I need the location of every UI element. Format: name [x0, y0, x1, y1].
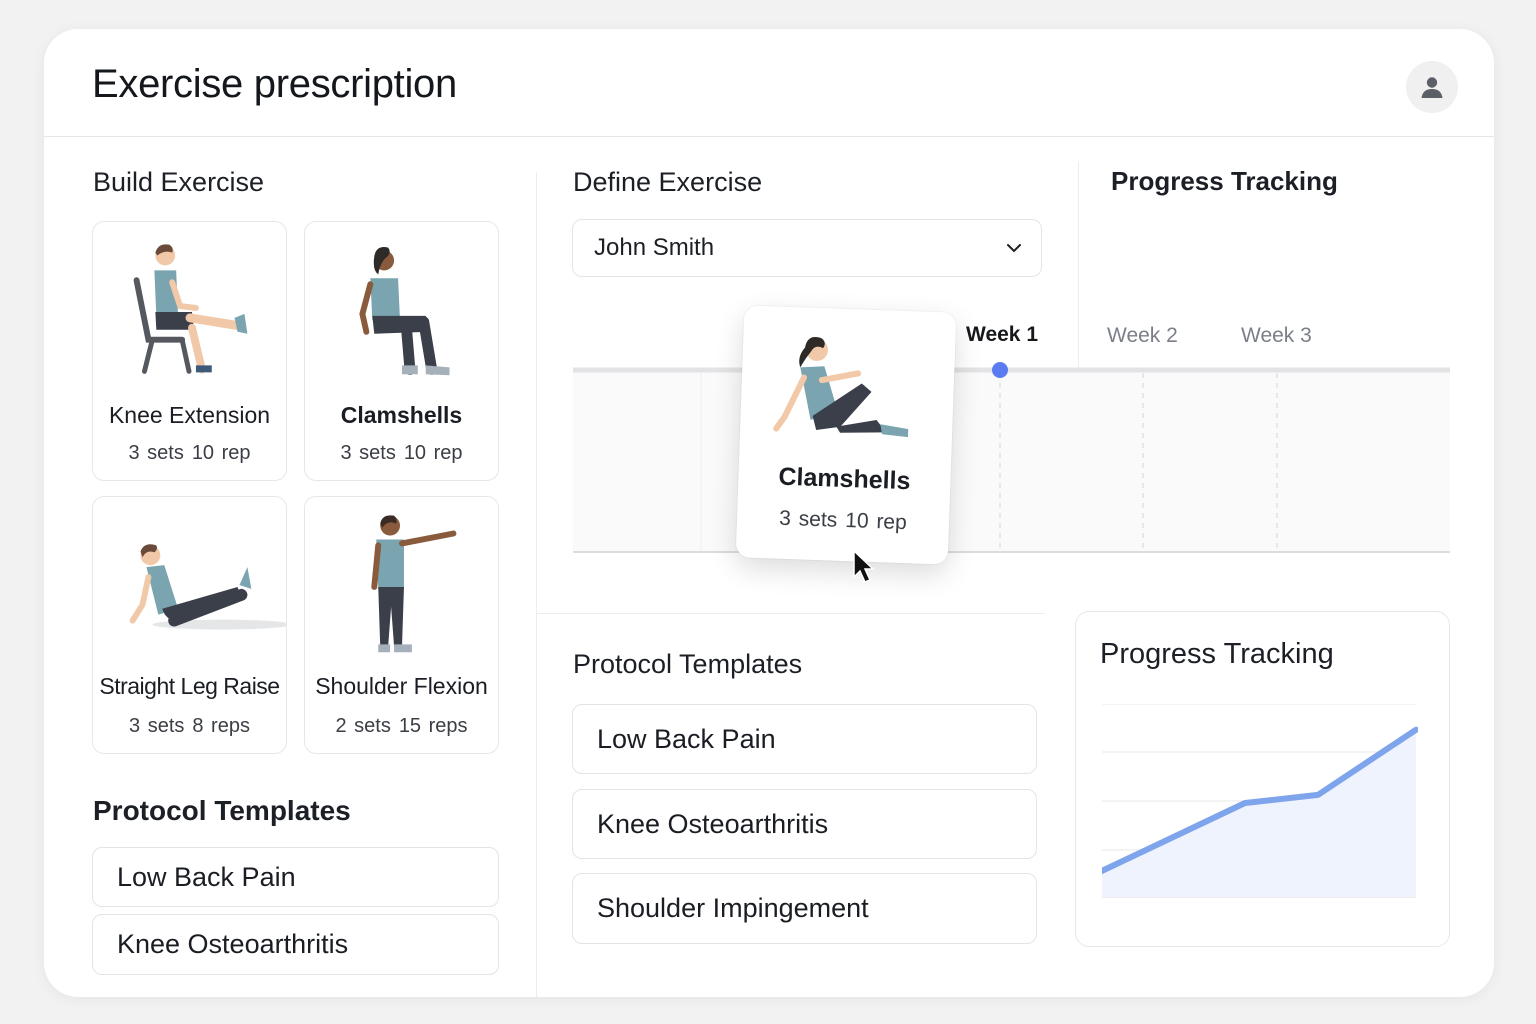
chevron-down-icon [1007, 244, 1021, 253]
build-exercise-title: Build Exercise [93, 167, 265, 197]
app-window: Exercise prescription Build Exercise Kne… [44, 29, 1494, 997]
exercise-sets: 3 sets [129, 715, 185, 737]
straight-leg-raise-figure [129, 544, 286, 630]
exercise-dosage: 3 sets 10 rep [305, 442, 498, 465]
exercise-dosage: 3 sets 10 rep [93, 442, 286, 465]
dragging-card-sets: 3 sets [778, 506, 838, 532]
exercise-reps: 10 rep [191, 442, 251, 464]
protocol-templates-title-mid: Protocol Templates [573, 649, 803, 679]
exercise-dosage: 3 sets 8 reps [93, 715, 286, 738]
exercise-card-clamshells[interactable]: Clamshells 3 sets 10 rep [304, 221, 499, 481]
avatar-button[interactable] [1406, 61, 1458, 113]
progress-chart [1102, 704, 1418, 898]
protocol-item-shoulder-impingement[interactable]: Shoulder Impingement [572, 873, 1037, 944]
exercise-card-straight-leg-raise[interactable]: Straight Leg Raise 3 sets 8 reps [92, 496, 287, 754]
patient-select[interactable]: John Smith [572, 219, 1042, 277]
progress-chart-card: Progress Tracking [1075, 611, 1450, 947]
patient-select-value: John Smith [594, 234, 715, 261]
protocol-item-knee-osteoarthritis[interactable]: Knee Osteoarthritis [572, 789, 1037, 859]
progress-tracking-title-top: Progress Tracking [1111, 166, 1338, 196]
chart-point [1415, 729, 1417, 731]
exercise-sets: 2 sets [335, 715, 391, 737]
column-divider-left [536, 172, 537, 997]
mouse-cursor-icon [853, 549, 875, 583]
exercise-sets: 3 sets [128, 442, 184, 464]
dragging-card-name: Clamshells [778, 462, 911, 496]
timeline-week-1[interactable]: Week 1 [966, 323, 1038, 347]
exercise-name: Knee Extension [108, 402, 271, 428]
knee-extension-figure [133, 244, 248, 374]
clamshells-figure [359, 247, 450, 376]
exercise-sets: 3 sets [340, 442, 396, 464]
active-week-marker [992, 362, 1008, 378]
dragging-exercise-card[interactable]: Clamshells 3 sets 10 rep [735, 305, 957, 565]
exercise-dosage: 2 sets 15 reps [305, 715, 498, 738]
progress-chart-title: Progress Tracking [1100, 638, 1334, 670]
clamshells-figure [773, 336, 909, 438]
user-icon [1421, 77, 1443, 98]
shoulder-flexion-figure [371, 515, 457, 653]
protocol-templates-title-left: Protocol Templates [93, 795, 351, 826]
section-divider [537, 613, 1045, 614]
exercise-reps: 8 reps [192, 715, 250, 737]
timeline-week-3[interactable]: Week 3 [1241, 324, 1312, 348]
chart-area-fill [1102, 729, 1416, 897]
dragging-card-reps: 10 rep [844, 509, 908, 535]
define-exercise-title: Define Exercise [573, 167, 763, 197]
page-title: Exercise prescription [92, 62, 457, 106]
dragging-card-dosage: 3 sets 10 rep [737, 505, 950, 536]
chart-point [1317, 794, 1319, 796]
exercise-reps: 15 reps [398, 715, 468, 737]
exercise-name: Straight Leg Raise [99, 673, 280, 699]
exercise-reps: 10 rep [403, 442, 463, 464]
protocol-item-knee-osteoarthritis[interactable]: Knee Osteoarthritis [92, 914, 499, 975]
exercise-name: Clamshells [340, 402, 463, 428]
exercise-card-knee-extension[interactable]: Knee Extension 3 sets 10 rep [92, 221, 287, 481]
chart-point [1244, 802, 1246, 804]
protocol-item-low-back-pain[interactable]: Low Back Pain [572, 704, 1037, 774]
exercise-name: Shoulder Flexion [315, 673, 488, 699]
week-timeline [573, 362, 1450, 553]
app-header: Exercise prescription [44, 29, 1494, 137]
protocol-item-low-back-pain[interactable]: Low Back Pain [92, 847, 499, 907]
timeline-week-2[interactable]: Week 2 [1107, 324, 1178, 348]
exercise-card-shoulder-flexion[interactable]: Shoulder Flexion 2 sets 15 reps [304, 496, 499, 754]
